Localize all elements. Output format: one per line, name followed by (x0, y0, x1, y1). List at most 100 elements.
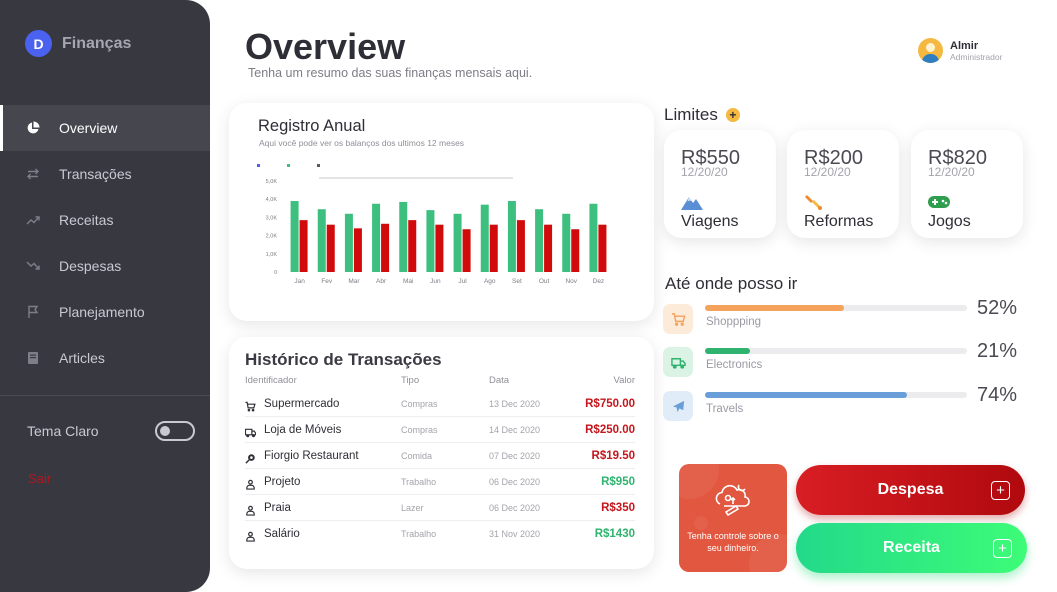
cart-icon (245, 399, 256, 412)
transaction-name: Fiorgio Restaurant (264, 450, 359, 462)
sidebar-item-label: Overview (59, 120, 118, 136)
sidebar-item-transacoes[interactable]: Transações (0, 151, 210, 197)
add-expense-button[interactable]: Despesa + (796, 465, 1025, 515)
bar (344, 213, 353, 272)
user-profile[interactable]: Almir Administrador (918, 38, 1002, 63)
limit-card-jogos[interactable]: R$820 12/20/20 Jogos (911, 130, 1023, 238)
transaction-type: Compras (401, 399, 438, 409)
promo-text: Tenha controle sobre o seu dinheiro. (687, 531, 779, 553)
limit-label: Jogos (928, 213, 971, 230)
y-tick-label: 3,0K (266, 215, 278, 221)
transaction-name: Salário (264, 528, 300, 540)
x-tick-label: Mar (348, 278, 360, 285)
progress-fill (705, 305, 844, 311)
sidebar-item-despesas[interactable]: Despesas (0, 243, 210, 289)
sidebar-item-label: Despesas (59, 258, 122, 274)
progress-fill (705, 348, 750, 354)
progress-track (705, 348, 967, 354)
table-row[interactable]: Fiorgio Restaurant Comida 07 Dec 2020 R$19.… (245, 443, 635, 469)
transaction-date: 13 Dec 2020 (489, 399, 541, 409)
transaction-value: R$750.00 (585, 398, 635, 410)
bar (571, 229, 580, 272)
sidebar-item-articles[interactable]: Articles (0, 335, 210, 381)
bar (453, 213, 462, 272)
bar (326, 224, 335, 272)
limit-card-reformas[interactable]: R$200 12/20/20 Reformas (787, 130, 899, 238)
transaction-value: R$1430 (594, 528, 635, 540)
header-type: Tipo (401, 375, 420, 386)
pie-chart-icon (26, 121, 40, 135)
transaction-value: R$350 (601, 502, 635, 514)
logout-link[interactable]: Sair (28, 471, 51, 486)
transaction-value: R$250.00 (585, 424, 635, 436)
app-logo[interactable]: D Finanças (25, 30, 131, 57)
transaction-type: Compras (401, 425, 438, 435)
bar (299, 220, 308, 272)
transaction-date: 07 Dec 2020 (489, 451, 541, 461)
x-tick-label: Ago (484, 278, 496, 285)
transactions-card: Histórico de Transações Identificador Ti… (229, 337, 654, 569)
transaction-type: Lazer (401, 503, 424, 513)
bar (489, 224, 498, 272)
transaction-value: R$19.50 (591, 450, 635, 462)
table-row[interactable]: Loja de Móveis Compras 14 Dec 2020 R$250.00 (244, 417, 635, 443)
progress-label: Shoppping (706, 316, 761, 328)
legend-marker (257, 164, 260, 167)
bar (372, 203, 381, 272)
header-identifier: Identificador (245, 375, 297, 386)
sidebar-item-planejamento[interactable]: Planejamento (0, 289, 210, 335)
sidebar-item-label: Planejamento (59, 304, 145, 320)
progress-row-shopping: Shoppping 52% (663, 297, 1023, 338)
header-date: Data (489, 375, 510, 386)
bar (426, 210, 435, 272)
bar (516, 220, 525, 272)
transactions-title: Histórico de Transações (245, 350, 442, 369)
person-icon (245, 503, 256, 516)
bar (598, 224, 607, 272)
add-expense-label: Despesa (877, 481, 944, 498)
sidebar-item-overview[interactable]: Overview (0, 105, 210, 151)
transaction-date: 06 Dec 2020 (489, 477, 541, 487)
x-tick-label: Abr (376, 278, 387, 285)
transaction-type: Trabalho (401, 529, 437, 539)
add-limit-button[interactable]: + (725, 108, 740, 122)
progress-track (705, 305, 967, 311)
table-row[interactable]: Salário Trabalho 31 Nov 2020 R$1430 (245, 521, 635, 547)
progress-title: Até onde posso ir (665, 274, 798, 293)
y-tick-label: 0 (274, 270, 277, 276)
table-row[interactable]: Praia Lazer 06 Dec 2020 R$350 (245, 495, 635, 521)
limits-header: Limites + (664, 105, 740, 125)
promo-card: Tenha controle sobre o seu dinheiro. (679, 464, 787, 572)
progress-row-electronics: Electronics 21% (663, 340, 1023, 381)
tools-icon (805, 195, 822, 210)
x-tick-label: Dez (593, 278, 605, 285)
progress-percent: 21% (976, 340, 1017, 362)
bar (589, 203, 598, 272)
person-icon (245, 529, 256, 542)
trend-down-icon (26, 259, 40, 273)
logo-icon: D (25, 30, 52, 57)
limit-card-viagens[interactable]: R$550 12/20/20 Viagens (664, 130, 776, 238)
limit-label: Reformas (804, 213, 874, 230)
header-value: Valor (613, 375, 635, 386)
transaction-type: Comida (401, 451, 433, 461)
transaction-name: Loja de Móveis (264, 424, 342, 436)
add-income-button[interactable]: Receita + (796, 523, 1027, 573)
app-name: Finanças (62, 34, 132, 52)
x-tick-label: Set (512, 278, 522, 285)
person-icon (245, 477, 256, 490)
sidebar-divider (0, 395, 210, 396)
bar (317, 209, 326, 272)
table-row[interactable]: Supermercado Compras 13 Dec 2020 R$750.00 (245, 391, 635, 417)
table-row[interactable]: Projeto Trabalho 06 Dec 2020 R$950 (245, 469, 635, 495)
legend-marker (317, 164, 320, 167)
bar (290, 201, 299, 272)
add-income-label: Receita (883, 539, 940, 556)
annual-chart-card: Registro Anual Aqui você pode ver os bal… (229, 103, 654, 321)
sidebar-item-receitas[interactable]: Receitas (0, 197, 210, 243)
annual-bar-chart: 0 1,0K 2,0K 3,0K 4,0K 5,0K Jan Fev Mar Abr Mai Jun J… (257, 164, 607, 285)
transfer-icon (26, 167, 40, 181)
theme-toggle[interactable] (155, 421, 195, 441)
cloud-money-icon (715, 484, 750, 517)
x-tick-label: Jan (294, 278, 305, 285)
